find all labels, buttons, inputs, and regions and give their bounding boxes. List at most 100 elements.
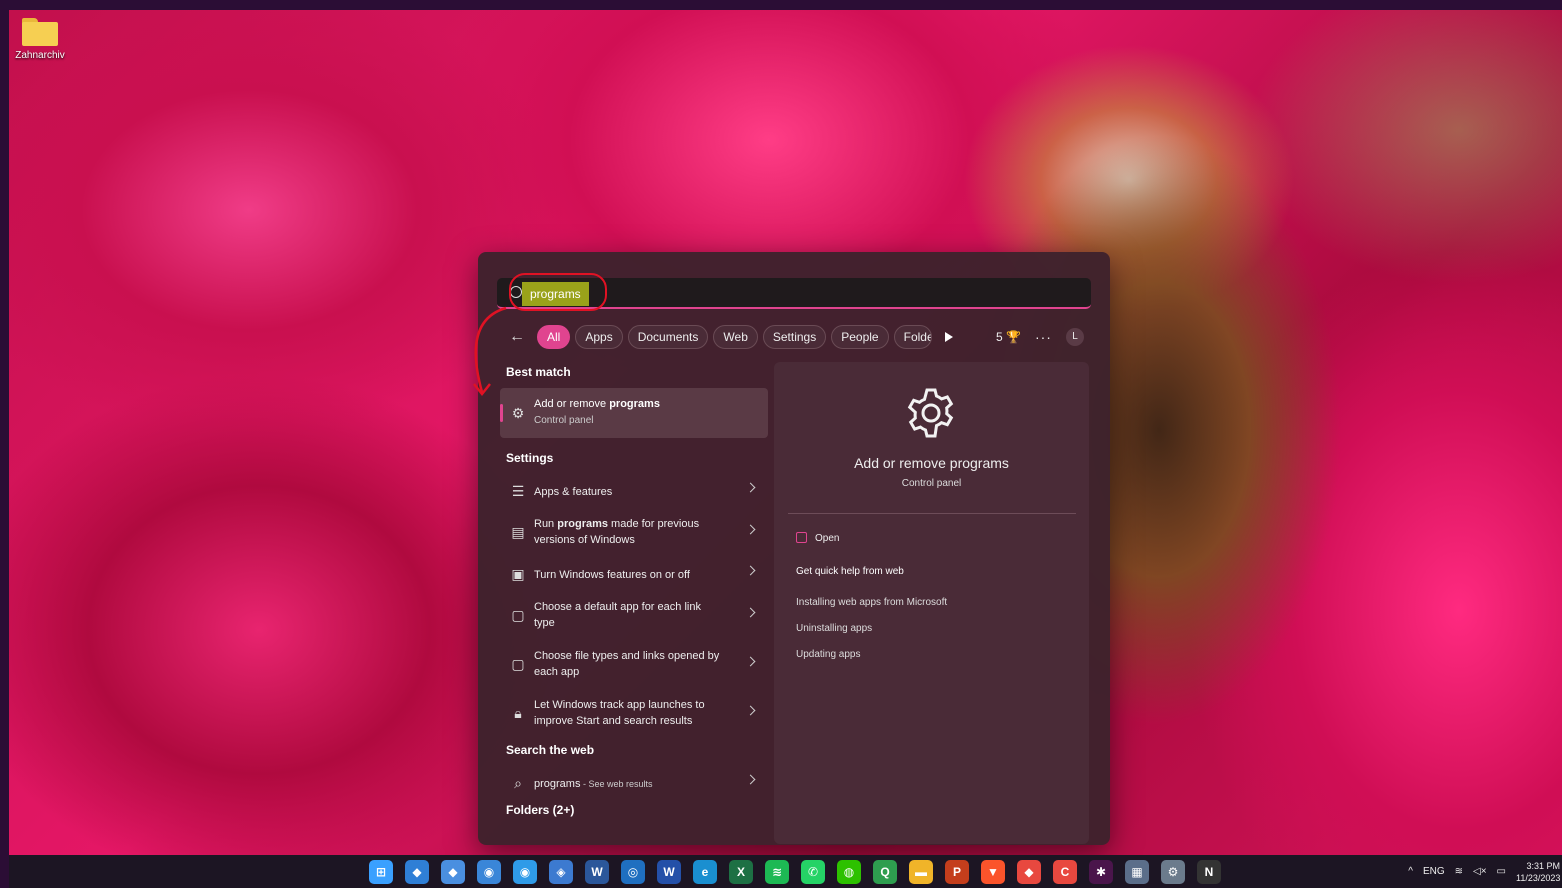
label-text: Choose a default app for each link type <box>534 601 701 629</box>
tab-settings[interactable]: Settings <box>762 325 827 349</box>
tab-folders[interactable]: Folders <box>893 325 932 349</box>
list-item-label: programs - See web results <box>534 776 724 792</box>
taskbar-wechat-icon[interactable]: ◍ <box>837 860 861 884</box>
taskbar-app-19-icon[interactable]: C <box>1053 860 1077 884</box>
open-action[interactable]: Open <box>796 532 839 544</box>
list-item-label: Turn Windows features on or off <box>534 567 724 583</box>
taskbar-start-icon[interactable]: ⊞ <box>369 860 393 884</box>
search-input[interactable]: programs <box>497 273 1091 311</box>
taskbar-app-3-icon[interactable]: ◉ <box>477 860 501 884</box>
folder-icon <box>22 18 58 46</box>
help-link[interactable]: Uninstalling apps <box>796 623 872 634</box>
taskbar-word-icon[interactable]: W <box>585 860 609 884</box>
web-query: programs <box>534 778 581 790</box>
desktop-folder-label: Zahnarchiv <box>15 50 65 61</box>
battery-icon[interactable]: ▭ <box>1497 866 1506 877</box>
desktop-folder[interactable]: Zahnarchiv <box>12 18 68 61</box>
taskbar-slack-icon[interactable]: ✱ <box>1089 860 1113 884</box>
label-bold: programs <box>557 518 608 530</box>
windows-features-icon: ▣ <box>511 566 525 582</box>
list-item-apps-features[interactable]: ☰ Apps & features <box>500 474 768 508</box>
tab-documents[interactable]: Documents <box>627 325 709 349</box>
taskbar-edge-icon[interactable]: e <box>693 860 717 884</box>
label-text: Turn Windows features on or off <box>534 569 690 581</box>
taskbar-app-4-icon[interactable]: ◉ <box>513 860 537 884</box>
filter-bar: ← All Apps Documents Web Settings People… <box>506 324 953 350</box>
taskbar-app-8-icon[interactable]: W <box>657 860 681 884</box>
clock-time: 3:31 PM <box>1526 860 1560 871</box>
screen-frame: Zahnarchiv programs ← All Apps Documents… <box>0 0 1562 888</box>
label-text: Run <box>534 518 558 530</box>
taskbar-app-1-icon[interactable]: ◆ <box>405 860 429 884</box>
search-icon: ⌕ <box>514 775 522 791</box>
best-match-item[interactable]: ⚙ Add or remove programs Control panel <box>500 388 768 438</box>
taskbar-app-5-icon[interactable]: ◈ <box>549 860 573 884</box>
avatar[interactable]: L <box>1065 328 1084 346</box>
volume-icon[interactable]: ◁× <box>1473 866 1487 877</box>
list-item-windows-features[interactable]: ▣ Turn Windows features on or off <box>500 557 768 591</box>
help-link[interactable]: Installing web apps from Microsoft <box>796 597 947 608</box>
chevron-right-icon <box>745 565 756 576</box>
chevron-right-icon <box>745 656 756 667</box>
taskbar-notion-icon[interactable]: N <box>1197 860 1221 884</box>
lock-icon: 🔒︎ <box>514 705 522 721</box>
file-types-icon: ▢ <box>511 656 525 672</box>
tab-apps[interactable]: Apps <box>575 325 623 349</box>
clock[interactable]: 3:31 PM 11/23/2023 <box>1516 860 1560 884</box>
taskbar-powerpoint-icon[interactable]: P <box>945 860 969 884</box>
taskbar-spotify-icon[interactable]: ≋ <box>765 860 789 884</box>
taskbar-brave-icon[interactable]: ▼ <box>981 860 1005 884</box>
best-match-subtitle: Control panel <box>534 415 594 426</box>
clock-date: 11/23/2023 <box>1516 872 1560 883</box>
preview-subtitle: Control panel <box>901 478 962 489</box>
selection-indicator <box>500 404 503 422</box>
list-item-label: Apps & features <box>534 484 724 500</box>
help-link[interactable]: Updating apps <box>796 649 861 660</box>
label-text: Let Windows track app launches to improv… <box>534 699 705 727</box>
taskbar-apps: ⊞ ◆ ◆ ◉ ◉ ◈ W ◎ We X ≋ ✆ ◍ Q ▬ P ▼ ◆ C ✱ ▦ ⚙ N <box>369 860 1221 884</box>
taskbar-whatsapp-icon[interactable]: ✆ <box>801 860 825 884</box>
list-item-default-app-link[interactable]: ▢ Choose a default app for each link typ… <box>500 591 768 640</box>
taskbar-explorer-icon[interactable]: ▬ <box>909 860 933 884</box>
taskbar-app-7-icon[interactable]: ◎ <box>621 860 645 884</box>
tray-chevron-icon[interactable]: ^ <box>1408 866 1413 877</box>
list-item-label: Let Windows track app launches to improv… <box>534 697 724 729</box>
taskbar-settings-icon[interactable]: ⚙ <box>1161 860 1185 884</box>
back-arrow-icon[interactable]: ← <box>506 326 528 348</box>
taskbar-app-2-icon[interactable]: ◆ <box>441 860 465 884</box>
more-options-icon[interactable]: ··· <box>1035 329 1052 345</box>
start-search-panel: programs ← All Apps Documents Web Settin… <box>473 252 1110 845</box>
chevron-right-icon <box>745 482 756 493</box>
list-item-web-search[interactable]: ⌕ programs - See web results <box>500 766 768 800</box>
results-list: Best match ⚙ Add or remove programs Cont… <box>500 362 768 820</box>
preview-title: Add or remove programs <box>854 455 1009 471</box>
annotation-ring <box>509 273 607 311</box>
list-item-label: Run programs made for previous versions … <box>534 516 724 548</box>
language-indicator[interactable]: ENG <box>1423 866 1445 877</box>
best-match-title: Add or remove programs <box>534 398 660 410</box>
scroll-tabs-icon[interactable] <box>944 332 953 342</box>
list-item-run-programs[interactable]: ▤ Run programs made for previous version… <box>500 508 768 557</box>
tab-all[interactable]: All <box>537 325 571 349</box>
quick-help-heading: Get quick help from web <box>796 566 904 577</box>
default-app-icon: ▢ <box>511 607 525 623</box>
list-item-track-launches[interactable]: 🔒︎ Let Windows track app launches to imp… <box>500 689 768 738</box>
taskbar-excel-icon[interactable]: X <box>729 860 753 884</box>
list-item-file-types[interactable]: ▢ Choose file types and links opened by … <box>500 640 768 689</box>
compatibility-icon: ▤ <box>511 524 525 540</box>
best-match-title-prefix: Add or remove <box>534 398 610 410</box>
taskbar-app-14-icon[interactable]: Q <box>873 860 897 884</box>
open-label: Open <box>815 533 840 544</box>
tab-people[interactable]: People <box>831 325 889 349</box>
rewards-points[interactable]: 5 🏆 <box>996 330 1021 344</box>
taskbar-calculator-icon[interactable]: ▦ <box>1125 860 1149 884</box>
chevron-right-icon <box>745 705 756 716</box>
label-text: Choose file types and links opened by ea… <box>534 650 720 678</box>
rewards-count: 5 <box>996 330 1003 344</box>
gear-icon: ⚙ <box>511 405 525 421</box>
gear-icon <box>907 388 954 438</box>
chevron-right-icon <box>745 607 756 618</box>
taskbar-app-18-icon[interactable]: ◆ <box>1017 860 1041 884</box>
wifi-icon[interactable]: ≋ <box>1455 866 1463 877</box>
tab-web[interactable]: Web <box>713 325 758 349</box>
